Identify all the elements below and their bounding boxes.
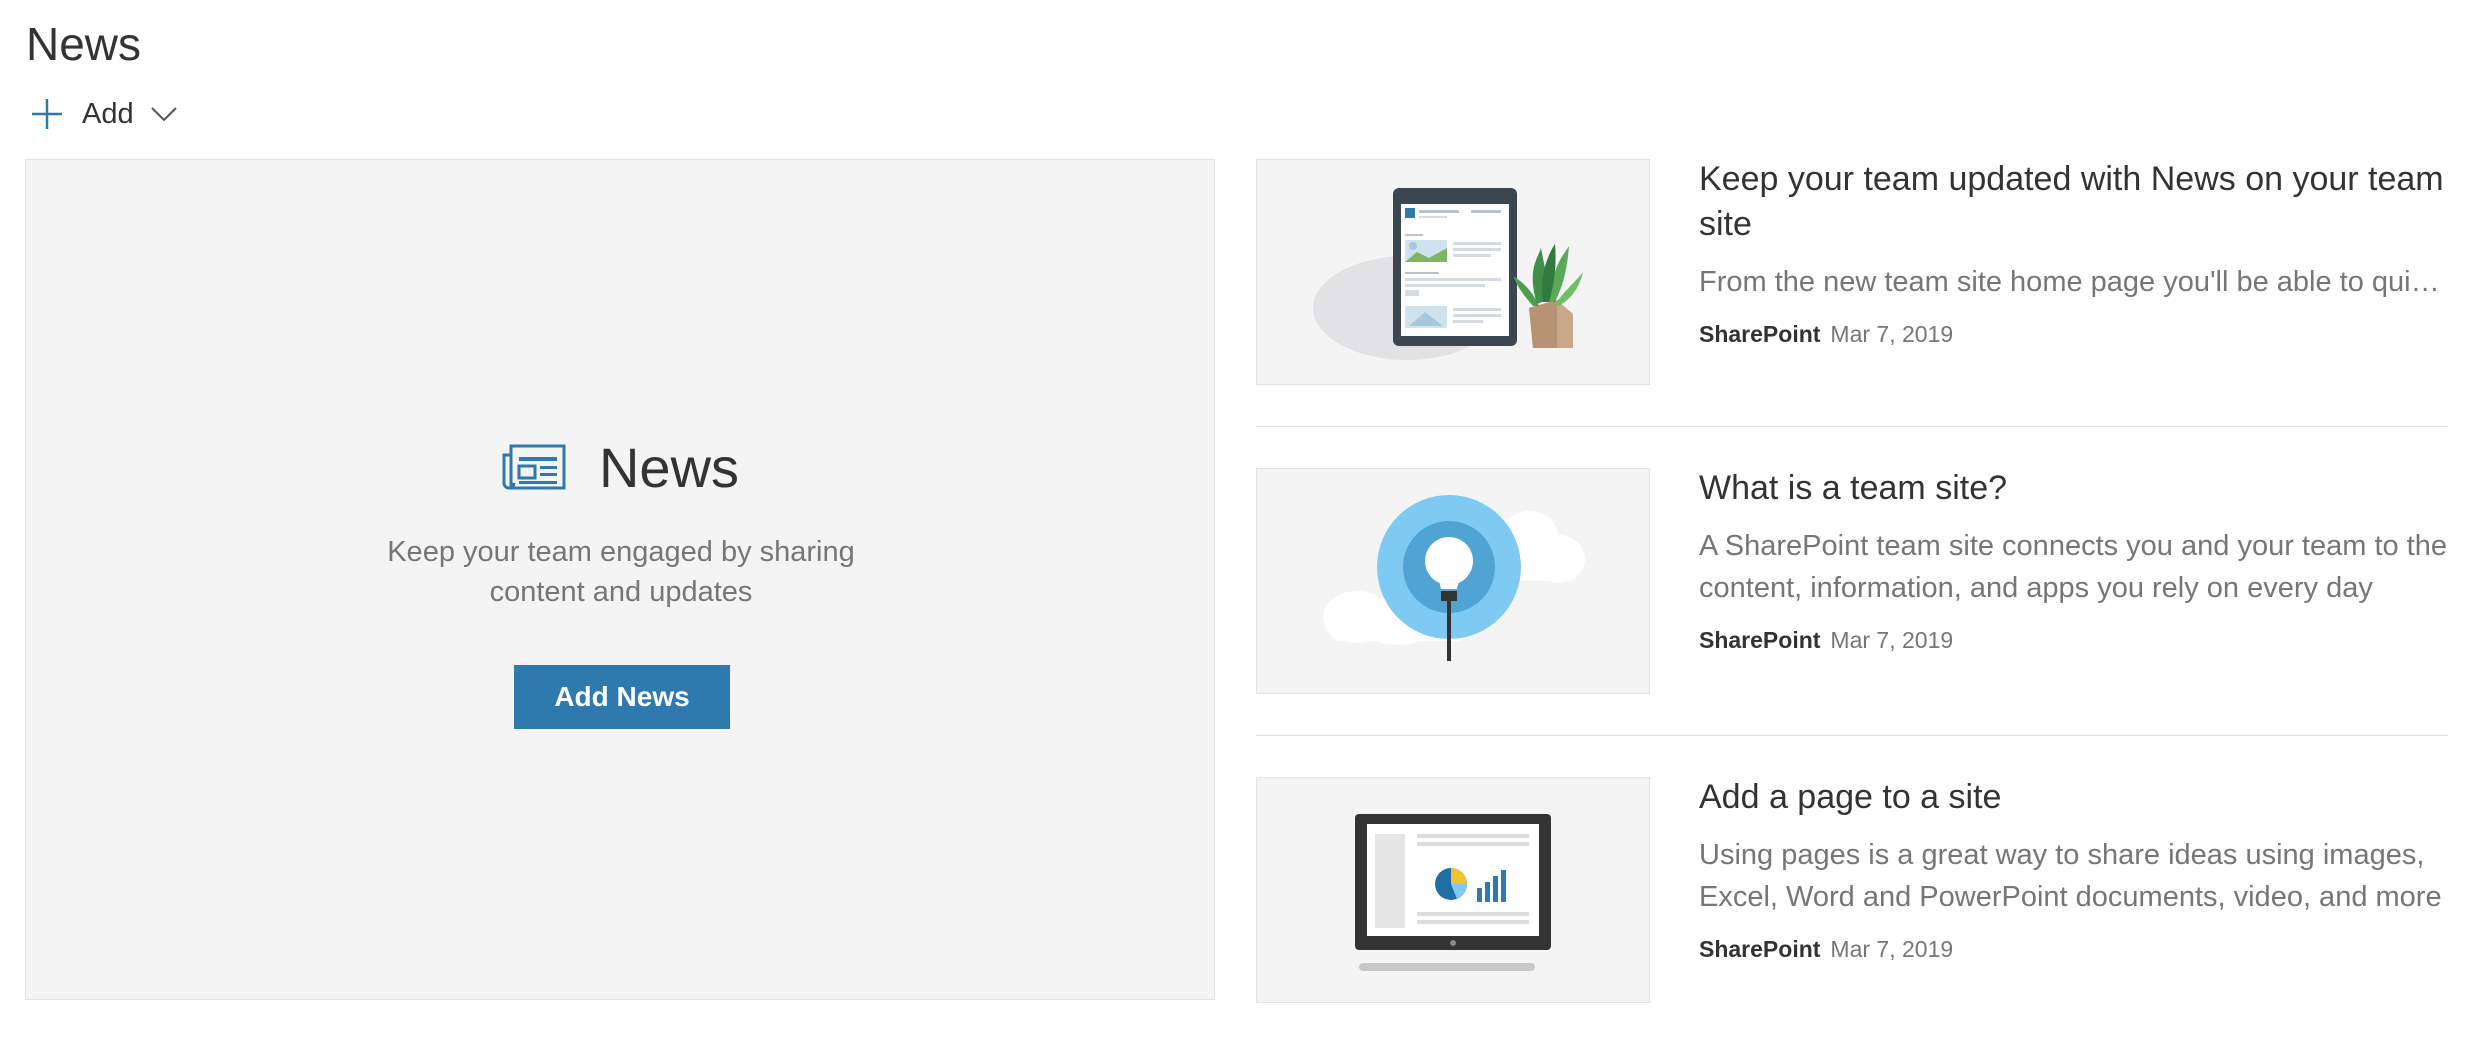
news-item-title[interactable]: What is a team site? xyxy=(1699,466,2447,511)
add-menu-label: Add xyxy=(82,97,134,130)
news-item-meta: SharePoint Mar 7, 2019 xyxy=(1699,936,2447,963)
placeholder-description: Keep your team engaged by sharing conten… xyxy=(387,536,855,608)
news-item-description: A SharePoint team site connects you and … xyxy=(1699,530,2447,604)
divider xyxy=(1256,735,2448,736)
news-item[interactable]: Add a page to a site Using pages is a gr… xyxy=(1256,777,2448,1003)
news-item-date: Mar 7, 2019 xyxy=(1830,321,1954,347)
plus-icon xyxy=(32,99,62,129)
news-web-part: News Add News Keep your team engaged by … xyxy=(0,0,2484,1037)
laptop-chart-illustration xyxy=(1355,814,1551,971)
lightbulb-cloud-illustration xyxy=(1323,495,1585,661)
placeholder-title: News xyxy=(598,436,740,499)
news-item-date: Mar 7, 2019 xyxy=(1830,936,1954,962)
news-item-text: Add a page to a site Using pages is a gr… xyxy=(1699,777,2447,963)
news-item[interactable]: What is a team site? A SharePoint team s… xyxy=(1256,468,2448,694)
tablet-with-plant-illustration xyxy=(1313,188,1583,360)
news-thumbnail[interactable] xyxy=(1256,159,1650,385)
news-placeholder-panel: News Keep your team engaged by sharing c… xyxy=(25,159,1215,1000)
newspaper-icon xyxy=(502,444,566,489)
news-item-text: What is a team site? A SharePoint team s… xyxy=(1699,468,2447,654)
add-news-button[interactable]: Add News xyxy=(514,665,730,729)
news-item-description: From the new team site home page you'll … xyxy=(1699,266,2447,298)
news-item-description: Using pages is a great way to share idea… xyxy=(1699,839,2442,913)
news-thumbnail[interactable] xyxy=(1256,468,1650,694)
news-thumbnail[interactable] xyxy=(1256,777,1650,1003)
chevron-down-icon xyxy=(150,107,177,122)
news-item-meta: SharePoint Mar 7, 2019 xyxy=(1699,321,2447,348)
news-item-author: SharePoint xyxy=(1699,321,1821,347)
news-item-date: Mar 7, 2019 xyxy=(1830,627,1954,653)
news-item-title[interactable]: Add a page to a site xyxy=(1699,775,2447,820)
divider xyxy=(1256,426,2448,427)
news-item-title[interactable]: Keep your team updated with News on your… xyxy=(1699,157,2447,247)
news-item-author: SharePoint xyxy=(1699,936,1821,962)
page-title: News xyxy=(26,18,142,70)
news-item-meta: SharePoint Mar 7, 2019 xyxy=(1699,627,2447,654)
add-menu-button[interactable]: Add xyxy=(30,92,178,136)
placeholder-heading: News xyxy=(26,435,1214,500)
news-item-text: Keep your team updated with News on your… xyxy=(1699,159,2447,348)
news-item[interactable]: Keep your team updated with News on your… xyxy=(1256,159,2448,385)
news-item-author: SharePoint xyxy=(1699,627,1821,653)
